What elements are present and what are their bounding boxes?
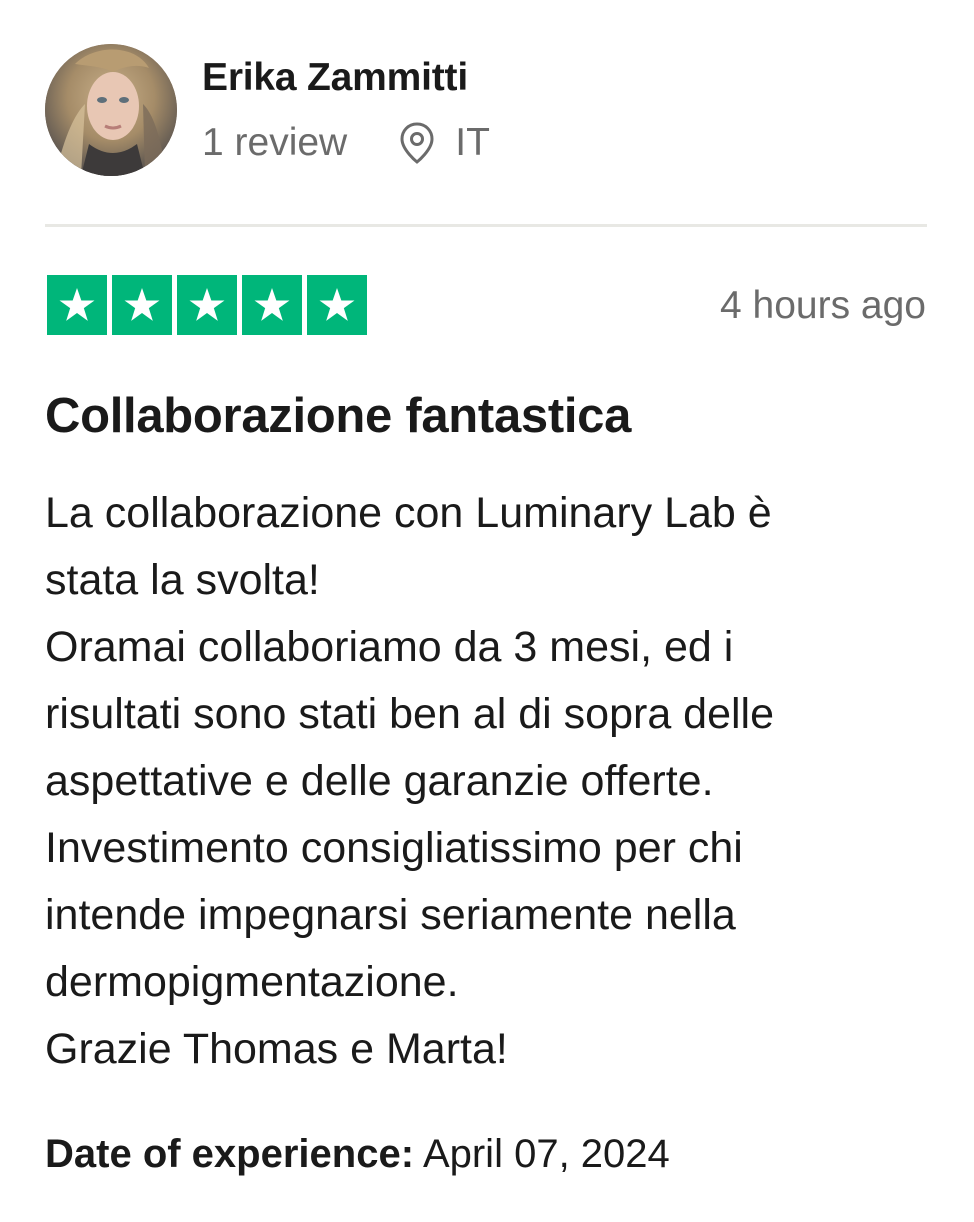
star-rating	[47, 275, 367, 335]
star-icon	[242, 275, 302, 335]
location-pin-icon	[397, 120, 437, 166]
review-body: La collaborazione con Luminary Lab è sta…	[45, 489, 775, 1073]
date-of-experience: Date of experience: April 07, 2024	[45, 1132, 670, 1177]
reviewer-avatar[interactable]	[45, 44, 177, 176]
review-count: 1 review	[202, 121, 348, 164]
header-divider	[45, 224, 927, 227]
star-icon	[177, 275, 237, 335]
review-title[interactable]: Collaborazione fantastica	[45, 388, 631, 444]
experience-date: April 07, 2024	[422, 1132, 670, 1176]
reviewer-country: IT	[455, 121, 490, 164]
review-timestamp: 4 hours ago	[720, 284, 926, 327]
reviewer-header: Erika Zammitti 1 review IT	[45, 44, 927, 176]
reviewer-meta: 1 review IT	[202, 120, 490, 166]
star-icon	[112, 275, 172, 335]
reviewer-name[interactable]: Erika Zammitti	[202, 56, 468, 100]
avatar-image	[45, 44, 177, 176]
review-card: Erika Zammitti 1 review IT 4 hours ago C…	[0, 0, 974, 1222]
star-icon	[47, 275, 107, 335]
experience-label: Date of experience:	[45, 1132, 415, 1176]
star-icon	[307, 275, 367, 335]
